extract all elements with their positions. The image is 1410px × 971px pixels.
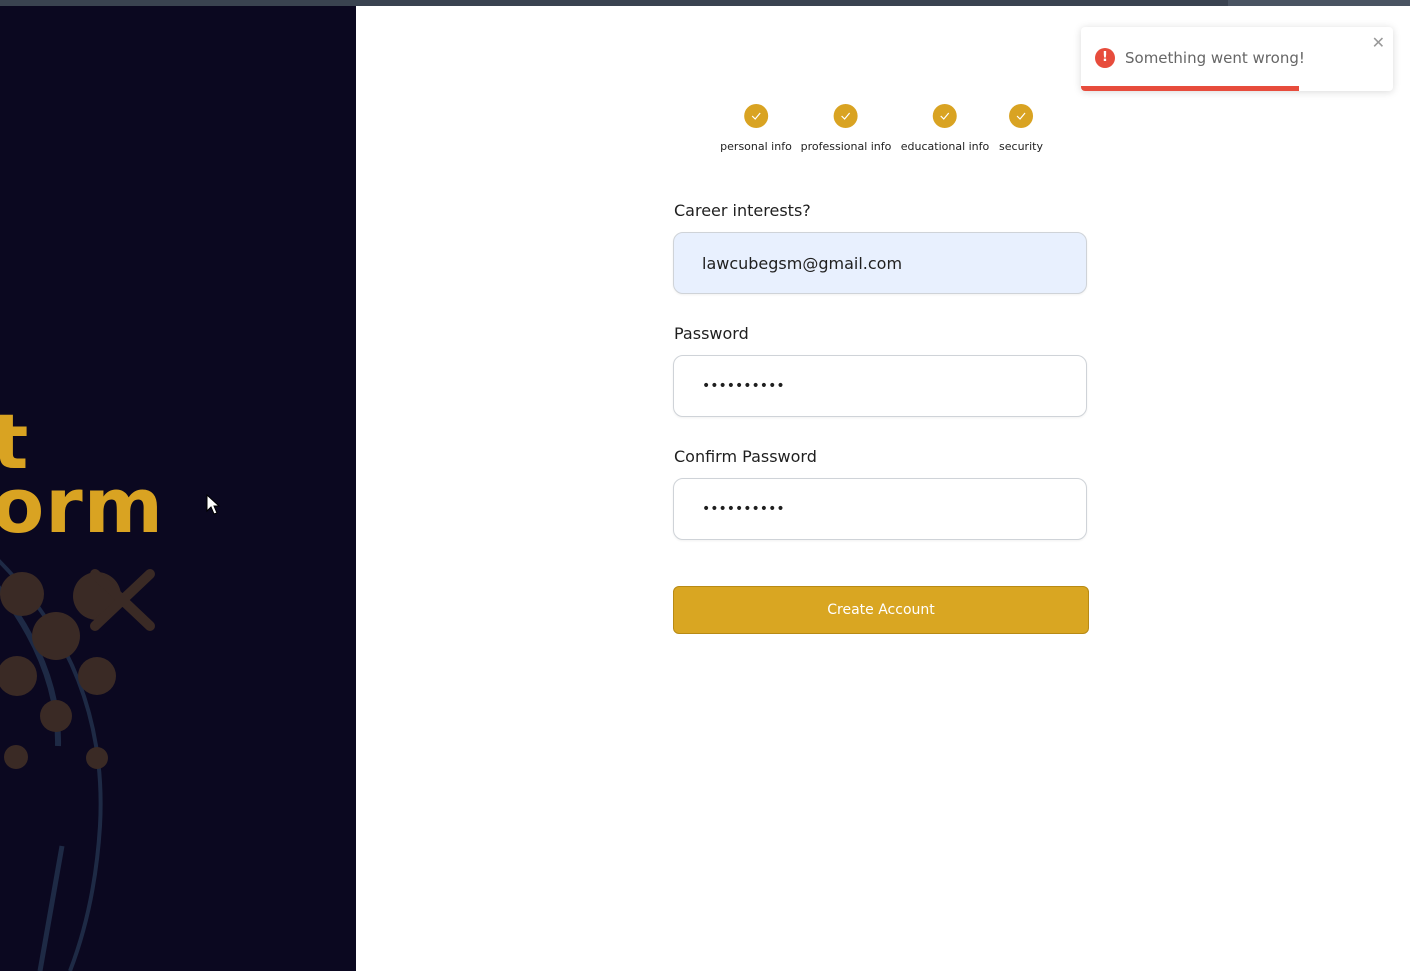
create-account-button[interactable]: Create Account [673, 586, 1089, 634]
career-interests-input[interactable] [674, 233, 1086, 293]
toast-message: Something went wrong! [1125, 49, 1305, 67]
brand-text-line-2: orm [0, 461, 164, 550]
password-input[interactable] [674, 356, 1086, 416]
step-label: personal info [720, 140, 792, 153]
step-professional-info[interactable]: professional info [800, 104, 892, 153]
check-icon [834, 104, 858, 128]
toast-progress-bar [1081, 86, 1300, 91]
signup-stepper: personal info professional info educatio… [700, 104, 1080, 164]
confirm-password-input[interactable] [674, 479, 1086, 539]
step-label: security [999, 140, 1043, 153]
career-interests-field[interactable] [673, 232, 1087, 294]
step-security[interactable]: security [999, 104, 1043, 153]
confirm-password-field[interactable] [673, 478, 1087, 540]
password-label: Password [674, 324, 749, 343]
check-icon [932, 104, 957, 128]
left-brand-panel: t orm [0, 6, 356, 971]
step-educational-info[interactable]: educational info [900, 104, 990, 153]
close-icon[interactable]: ✕ [1372, 33, 1385, 52]
step-label: educational info [900, 140, 990, 153]
mouse-cursor-icon [206, 494, 221, 515]
password-field[interactable] [673, 355, 1087, 417]
career-interests-label: Career interests? [674, 201, 811, 220]
confirm-password-label: Confirm Password [674, 447, 817, 466]
check-icon [1008, 104, 1033, 128]
step-label: professional info [800, 140, 892, 153]
check-icon [743, 104, 768, 128]
error-icon: ! [1095, 48, 1115, 68]
step-personal-info[interactable]: personal info [720, 104, 792, 153]
error-toast: ! Something went wrong! ✕ [1081, 27, 1393, 91]
